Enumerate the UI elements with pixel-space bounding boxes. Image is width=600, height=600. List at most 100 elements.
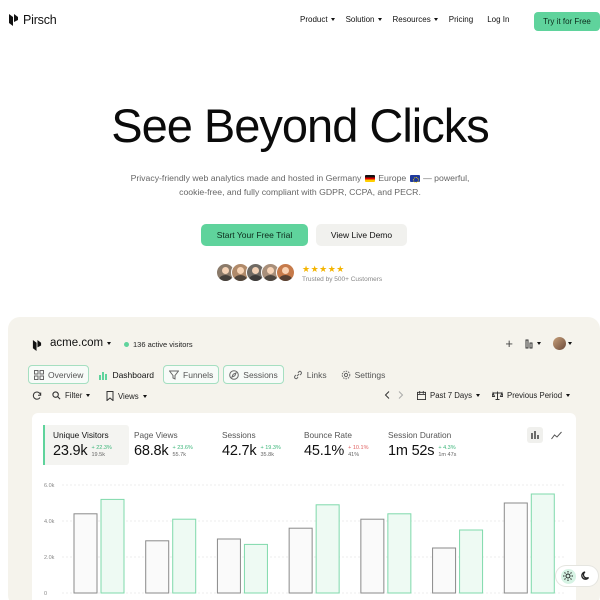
start-free-trial-button[interactable]: Start Your Free Trial <box>201 224 308 246</box>
stat-delta: + 22.3% <box>91 445 112 451</box>
try-free-button[interactable]: Try it for Free <box>534 12 600 31</box>
brand-logo[interactable]: Pirsch <box>8 13 57 27</box>
compare-selector[interactable]: Previous Period <box>492 391 571 400</box>
stat-value: 68.8k <box>134 443 169 459</box>
dashboard-toolbar: Filter Views Past 7 Days Previous Period <box>32 391 578 405</box>
live-dot-icon <box>124 342 129 347</box>
dark-mode-button[interactable] <box>579 569 594 584</box>
tab-label: Settings <box>354 369 386 380</box>
nav-item-label: Resources <box>392 15 431 24</box>
refresh-icon <box>32 391 42 400</box>
tab-dashboard[interactable]: Dashboard <box>93 365 159 384</box>
tab-settings[interactable]: Settings <box>336 365 391 384</box>
chevron-down-icon <box>537 342 541 345</box>
stat-value: 42.7k <box>222 443 257 459</box>
stat-value: 1m 52s <box>388 443 435 459</box>
previous-period-arrow[interactable] <box>384 391 390 399</box>
sun-icon <box>563 571 573 581</box>
stat-previous: 35.8k <box>260 452 274 458</box>
user-menu-button[interactable] <box>553 337 572 350</box>
bar-previous[interactable] <box>360 518 385 594</box>
y-tick-label: 4.0k <box>44 519 55 525</box>
bar-previous[interactable] <box>73 513 98 594</box>
stat-previous: 1m 47s <box>438 452 457 458</box>
top-nav: Pirsch Product Solution Resources Pricin… <box>0 10 600 32</box>
scale-icon <box>492 391 503 400</box>
tab-label: Links <box>306 369 327 380</box>
line-chart-toggle[interactable] <box>548 427 564 443</box>
compass-icon <box>229 369 240 380</box>
nav-item-product[interactable]: Product <box>300 15 335 24</box>
link-icon <box>293 370 302 379</box>
bar-previous[interactable] <box>503 502 528 594</box>
bar-previous[interactable] <box>216 538 241 594</box>
search-icon <box>52 391 61 400</box>
stat-previous: 55.7k <box>172 452 186 458</box>
rating-stars-icon: ★★★★★ <box>302 264 345 274</box>
filter-button[interactable]: Filter <box>52 391 91 400</box>
trusted-text: Trusted by 500+ Customers <box>302 276 383 283</box>
bar-previous[interactable] <box>145 540 170 594</box>
nav-item-pricing[interactable]: Pricing <box>449 15 473 24</box>
bar-previous[interactable] <box>432 547 457 594</box>
stat-delta: + 10.1% <box>348 445 369 451</box>
stat-label: Unique Visitors <box>53 430 109 440</box>
stat-session-duration[interactable]: Session Duration 1m 52s + 4.3% 1m 47s <box>380 425 480 465</box>
subtitle-text: Europe <box>378 173 407 183</box>
views-button[interactable]: Views <box>106 391 147 401</box>
tab-label: Overview <box>48 369 84 380</box>
bar-current[interactable] <box>100 498 125 594</box>
stat-unique-visitors[interactable]: Unique Visitors 23.9k + 22.3% 19.5k <box>43 425 129 465</box>
bar-current[interactable] <box>172 518 197 594</box>
chart-menu-button[interactable] <box>525 339 541 349</box>
avatar <box>553 337 566 350</box>
avatar <box>276 263 295 282</box>
tab-funnels[interactable]: Funnels <box>163 365 220 384</box>
nav-item-login[interactable]: Log In <box>487 15 509 24</box>
stat-previous: 19.5k <box>91 452 105 458</box>
light-mode-button[interactable] <box>560 568 576 584</box>
stat-label: Page Views <box>134 430 178 440</box>
stat-delta: + 4.3% <box>438 445 456 451</box>
active-visitors: 136 active visitors <box>124 340 193 349</box>
chevron-down-icon <box>86 394 91 397</box>
next-period-arrow[interactable] <box>398 391 404 399</box>
stat-bounce-rate[interactable]: Bounce Rate 45.1% + 10.1% 41% <box>296 425 378 465</box>
tab-overview[interactable]: Overview <box>28 365 90 384</box>
bar-current[interactable] <box>315 504 340 594</box>
stat-value: 23.9k <box>53 443 88 459</box>
stat-delta: + 19.3% <box>260 445 281 451</box>
period-selector[interactable]: Past 7 Days <box>417 391 481 400</box>
bar-chart-toggle[interactable] <box>527 427 543 443</box>
nav-item-resources[interactable]: Resources <box>393 15 438 24</box>
bar-previous[interactable] <box>288 527 313 594</box>
compare-label: Previous Period <box>507 391 563 400</box>
y-tick-label: 0 <box>44 591 47 597</box>
stat-sessions[interactable]: Sessions 42.7k + 19.3% 35.8k <box>214 425 296 465</box>
nav-menu: Product Solution Resources Pricing Log I… <box>300 15 509 24</box>
stat-label: Sessions <box>222 430 256 440</box>
tab-sessions[interactable]: Sessions <box>223 365 284 384</box>
nav-item-label: Solution <box>345 15 375 24</box>
bar-current[interactable] <box>243 543 268 594</box>
bar-current[interactable] <box>387 513 412 594</box>
filter-label: Filter <box>65 391 83 400</box>
domain-selector[interactable]: acme.com <box>50 337 112 349</box>
theme-toggle <box>556 566 598 586</box>
add-icon[interactable]: + <box>505 336 513 351</box>
tab-links[interactable]: Links <box>288 365 332 384</box>
stat-page-views[interactable]: Page Views 68.8k + 23.6% 55.7k <box>126 425 208 465</box>
nav-item-label: Pricing <box>448 15 474 24</box>
bookmark-icon <box>106 391 114 401</box>
chart-type-switch <box>527 427 564 443</box>
refresh-button[interactable] <box>32 391 42 401</box>
bar-current[interactable] <box>459 529 484 594</box>
bar-current[interactable] <box>530 493 555 594</box>
page: Pirsch Product Solution Resources Pricin… <box>0 0 600 600</box>
nav-item-solution[interactable]: Solution <box>346 15 382 24</box>
chevron-down-icon <box>568 342 572 345</box>
view-live-demo-button[interactable]: View Live Demo <box>316 224 407 246</box>
line-chart-icon <box>550 431 562 439</box>
funnel-icon <box>169 370 180 380</box>
brand-name: Pirsch <box>23 13 57 27</box>
